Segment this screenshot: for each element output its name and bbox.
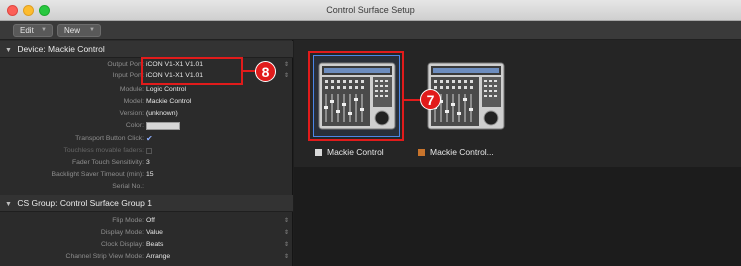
transport-click-checkbox[interactable]: ✔: [146, 134, 153, 144]
backlight-timeout-row: Backlight Saver Timeout (min): 15: [0, 170, 293, 180]
stepper-icon[interactable]: ⇕: [284, 216, 289, 226]
disclosure-triangle-icon: ▼: [5, 47, 12, 54]
flip-mode-row: Flip Mode: Off ⇕: [0, 216, 293, 226]
module-row: Module: Logic Control: [0, 85, 293, 95]
disclosure-triangle-icon: ▼: [5, 201, 12, 208]
cs-group-section-title: CS Group: Control Surface Group 1: [17, 198, 152, 208]
module-label: Module:: [119, 86, 144, 93]
chevron-down-icon: ▼: [89, 27, 95, 33]
module-value: Logic Control: [146, 86, 187, 93]
stepper-icon[interactable]: ⇕: [284, 71, 289, 81]
version-value: (unknown): [146, 110, 178, 117]
device-color-swatch: [315, 149, 322, 156]
mackie-control-extender-device-icon[interactable]: [427, 62, 505, 130]
touchless-faders-checkbox[interactable]: [146, 148, 152, 154]
model-label: Model:: [123, 98, 144, 105]
device-label-mackie-control[interactable]: Mackie Control: [315, 147, 384, 157]
output-port-label: Output Port:: [107, 61, 144, 68]
ports-highlight-box: [141, 57, 243, 85]
new-menu-button[interactable]: New ▼: [57, 24, 101, 37]
serial-label: Serial No.:: [112, 183, 144, 190]
toolbar: Edit ▼ New ▼: [0, 21, 741, 40]
touchless-faders-label: Touchless movable faders:: [63, 147, 144, 154]
callout-badge-8: 8: [255, 61, 276, 82]
callout-badge-7: 7: [420, 89, 441, 110]
fader-sensitivity-label: Fader Touch Sensitivity:: [71, 159, 144, 166]
chevron-down-icon: ▼: [41, 27, 47, 33]
display-mode-row: Display Mode: Value ⇕: [0, 228, 293, 238]
stepper-icon[interactable]: ⇕: [284, 60, 289, 70]
backlight-timeout-value[interactable]: 15: [146, 170, 154, 180]
device-label-mackie-control-2[interactable]: Mackie Control...: [418, 147, 494, 157]
device-section-title: Device: Mackie Control: [17, 44, 105, 54]
channel-strip-view-select[interactable]: Arrange: [146, 252, 170, 262]
device-color-swatch: [418, 149, 425, 156]
backlight-timeout-label: Backlight Saver Timeout (min):: [51, 171, 144, 178]
flip-mode-select[interactable]: Off: [146, 216, 155, 226]
channel-strip-view-row: Channel Strip View Mode: Arrange ⇕: [0, 252, 293, 262]
device-name: Mackie Control...: [430, 147, 494, 157]
window-title: Control Surface Setup: [326, 5, 415, 15]
model-value: Mackie Control: [146, 98, 192, 105]
color-row: Color:: [0, 121, 293, 131]
color-swatch[interactable]: [146, 122, 180, 130]
clock-display-label: Clock Display:: [100, 241, 144, 248]
device-section-header[interactable]: ▼ Device: Mackie Control: [0, 41, 293, 58]
stepper-icon[interactable]: ⇕: [284, 228, 289, 238]
clock-display-select[interactable]: Beats: [146, 240, 163, 250]
input-port-label: Input Port:: [112, 72, 144, 79]
display-mode-label: Display Mode:: [100, 229, 144, 236]
version-label: Version:: [119, 110, 144, 117]
serial-row: Serial No.:: [0, 182, 293, 192]
stepper-icon[interactable]: ⇕: [284, 240, 289, 250]
stepper-icon[interactable]: ⇕: [284, 252, 289, 262]
transport-click-label: Transport Button Click:: [75, 135, 144, 142]
fader-sensitivity-value[interactable]: 3: [146, 158, 150, 168]
new-menu-label: New: [64, 26, 81, 35]
title-bar: Control Surface Setup: [0, 0, 741, 21]
cs-group-section-header[interactable]: ▼ CS Group: Control Surface Group 1: [0, 195, 293, 212]
flip-mode-label: Flip Mode:: [112, 217, 144, 224]
channel-strip-view-label: Channel Strip View Mode:: [65, 253, 144, 260]
touchless-faders-row: Touchless movable faders:: [0, 146, 293, 156]
color-label: Color:: [125, 122, 144, 129]
fader-sensitivity-row: Fader Touch Sensitivity: 3: [0, 158, 293, 168]
transport-click-row: Transport Button Click: ✔: [0, 134, 293, 144]
display-mode-select[interactable]: Value: [146, 228, 163, 238]
clock-display-row: Clock Display: Beats ⇕: [0, 240, 293, 250]
model-row: Model: Mackie Control: [0, 97, 293, 107]
edit-menu-button[interactable]: Edit ▼: [13, 24, 53, 37]
edit-menu-label: Edit: [20, 26, 34, 35]
control-surface-icon: [318, 62, 396, 130]
mackie-control-device-icon[interactable]: [318, 62, 396, 130]
device-name: Mackie Control: [327, 147, 384, 157]
version-row: Version: (unknown): [0, 109, 293, 119]
